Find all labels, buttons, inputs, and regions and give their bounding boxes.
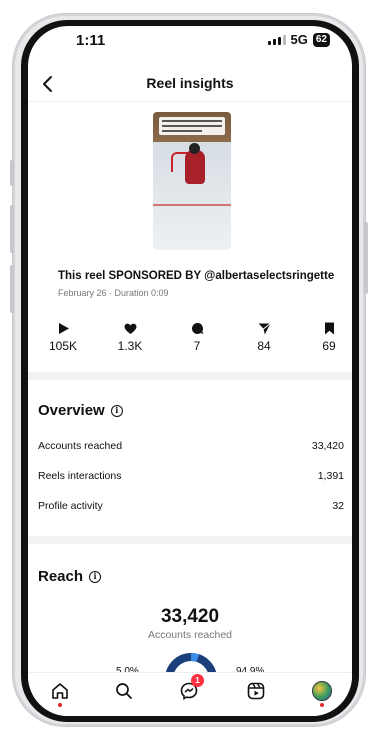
overview-title: Overview (38, 402, 105, 419)
reel-title: This reel SPONSORED BY @albertaselectsri… (58, 270, 335, 282)
info-icon[interactable]: i (110, 404, 123, 417)
overview-row-accounts-reached[interactable]: Accounts reached 33,420 (38, 440, 344, 456)
stat-value: 7 (193, 339, 201, 353)
stat-value: 69 (322, 339, 336, 353)
overview-heading: Overview i (38, 402, 123, 419)
bottom-tab-bar: 1 (28, 672, 352, 716)
section-divider (28, 372, 352, 380)
stat-value: 105K (48, 339, 78, 353)
reel-meta: February 26 · Duration 0:09 (58, 288, 169, 298)
tab-reels[interactable] (244, 679, 268, 703)
play-icon (58, 323, 69, 334)
thumbnail-caption-overlay (159, 117, 225, 135)
search-icon (116, 683, 132, 699)
profile-avatar (312, 681, 332, 701)
metric-label: Reels interactions (38, 470, 122, 482)
metric-value: 1,391 (317, 470, 344, 482)
comment-icon (191, 322, 203, 334)
metric-value: 32 (332, 500, 344, 512)
page-header: Reel insights (28, 68, 352, 102)
section-divider (28, 536, 352, 544)
info-icon[interactable]: i (89, 570, 102, 583)
heart-icon (124, 323, 136, 334)
tab-home[interactable] (48, 679, 72, 703)
share-icon (258, 323, 271, 335)
stat-plays: 105K (38, 322, 88, 353)
reach-heading: Reach i (38, 568, 102, 585)
stat-shares: 84 (239, 322, 289, 353)
metric-value: 33,420 (311, 440, 344, 452)
metric-label: Accounts reached (38, 440, 123, 452)
stat-value: 84 (257, 339, 271, 353)
tab-profile[interactable] (310, 679, 334, 703)
thumbnail-rink-line (153, 204, 231, 206)
status-bar: 1:11 5G 62 (28, 26, 352, 68)
thumbnail-player (185, 150, 205, 184)
reels-icon (247, 682, 265, 700)
phone-action-button (10, 160, 14, 186)
messages-badge: 1 (191, 674, 204, 687)
phone-volume-down (10, 265, 14, 313)
reach-title: Reach (38, 568, 84, 585)
stat-likes: 1.3K (105, 322, 155, 353)
status-time: 1:11 (76, 32, 106, 49)
profile-notification-dot (320, 703, 324, 707)
phone-volume-up (10, 205, 14, 253)
battery-icon: 62 (312, 32, 330, 47)
status-indicators: 5G 62 (267, 32, 330, 47)
stat-saves: 69 (304, 322, 352, 353)
thumbnail-player-helmet (189, 143, 200, 154)
overview-row-reels-interactions[interactable]: Reels interactions 1,391 (38, 470, 344, 486)
home-notification-dot (58, 703, 62, 707)
reach-total: 33,420 (160, 606, 220, 627)
phone-power-button (364, 222, 368, 294)
signal-icon (267, 34, 286, 45)
tab-messages[interactable]: 1 (177, 674, 204, 703)
tab-search[interactable] (112, 679, 136, 703)
app-screen: 1:11 5G 62 Reel insights This reel SPONS… (28, 26, 352, 716)
reel-thumbnail[interactable] (153, 112, 231, 250)
reach-subtitle: Accounts reached (147, 629, 233, 641)
overview-row-profile-activity[interactable]: Profile activity 32 (38, 500, 344, 516)
metric-label: Profile activity (38, 500, 103, 512)
bookmark-icon (324, 322, 334, 335)
page-title: Reel insights (146, 75, 234, 91)
stat-value: 1.3K (117, 339, 143, 353)
home-icon (52, 683, 68, 699)
network-type: 5G (290, 32, 308, 47)
stat-comments: 7 (172, 322, 222, 353)
engagement-stats: 105K 1.3K 7 84 69 (38, 322, 348, 362)
